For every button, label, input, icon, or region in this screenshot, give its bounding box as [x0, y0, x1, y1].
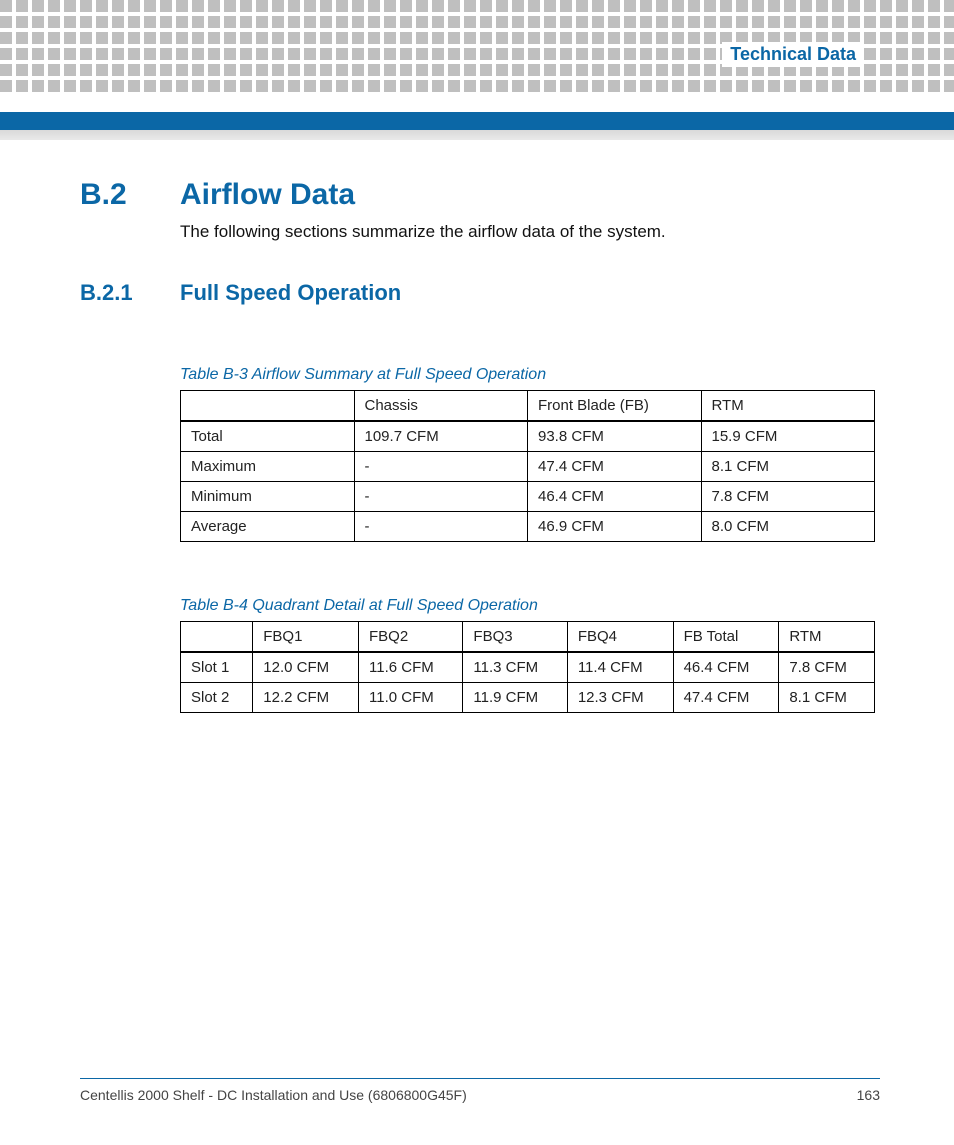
table-header-cell: [181, 622, 253, 653]
table-cell: 8.1 CFM: [779, 683, 875, 713]
table-cell: 8.0 CFM: [701, 512, 875, 542]
table-cell: Slot 2: [181, 683, 253, 713]
table-cell: 11.3 CFM: [463, 652, 567, 683]
table-row: Total 109.7 CFM 93.8 CFM 15.9 CFM: [181, 421, 875, 452]
table-b4-caption: Table B-4 Quadrant Detail at Full Speed …: [180, 597, 880, 615]
table-cell: Slot 1: [181, 652, 253, 683]
table-header-cell: FBQ4: [567, 622, 673, 653]
table-cell: 93.8 CFM: [528, 421, 702, 452]
table-cell: 11.4 CFM: [567, 652, 673, 683]
table-b3-caption: Table B-3 Airflow Summary at Full Speed …: [180, 366, 880, 384]
table-cell: Total: [181, 421, 355, 452]
table-row: Maximum - 47.4 CFM 8.1 CFM: [181, 452, 875, 482]
table-row: FBQ1 FBQ2 FBQ3 FBQ4 FB Total RTM: [181, 622, 875, 653]
table-cell: 46.9 CFM: [528, 512, 702, 542]
table-header-cell: [181, 391, 355, 422]
table-cell: 47.4 CFM: [528, 452, 702, 482]
table-cell: -: [354, 452, 528, 482]
table-cell: 8.1 CFM: [701, 452, 875, 482]
table-cell: 46.4 CFM: [528, 482, 702, 512]
table-b4: FBQ1 FBQ2 FBQ3 FBQ4 FB Total RTM Slot 1 …: [180, 621, 875, 713]
section-title: Airflow Data: [180, 178, 355, 212]
footer-document-title: Centellis 2000 Shelf - DC Installation a…: [80, 1087, 467, 1103]
table-row: Slot 1 12.0 CFM 11.6 CFM 11.3 CFM 11.4 C…: [181, 652, 875, 683]
table-cell: 46.4 CFM: [673, 652, 779, 683]
page-header-title: Technical Data: [722, 42, 864, 67]
table-header-cell: FBQ2: [359, 622, 463, 653]
header-blue-bar: [0, 112, 954, 130]
table-header-cell: RTM: [701, 391, 875, 422]
table-row: Chassis Front Blade (FB) RTM: [181, 391, 875, 422]
table-row: Slot 2 12.2 CFM 11.0 CFM 11.9 CFM 12.3 C…: [181, 683, 875, 713]
section-number: B.2: [80, 178, 180, 212]
table-cell: 12.3 CFM: [567, 683, 673, 713]
table-cell: 109.7 CFM: [354, 421, 528, 452]
table-row: Minimum - 46.4 CFM 7.8 CFM: [181, 482, 875, 512]
table-cell: Minimum: [181, 482, 355, 512]
page-footer: Centellis 2000 Shelf - DC Installation a…: [80, 1078, 880, 1103]
table-cell: Maximum: [181, 452, 355, 482]
table-header-cell: FBQ1: [253, 622, 359, 653]
table-cell: 15.9 CFM: [701, 421, 875, 452]
table-cell: 7.8 CFM: [701, 482, 875, 512]
section-intro: The following sections summarize the air…: [180, 222, 880, 242]
table-b3: Chassis Front Blade (FB) RTM Total 109.7…: [180, 390, 875, 542]
table-header-cell: RTM: [779, 622, 875, 653]
table-cell: Average: [181, 512, 355, 542]
table-header-cell: Chassis: [354, 391, 528, 422]
table-header-cell: Front Blade (FB): [528, 391, 702, 422]
table-cell: 47.4 CFM: [673, 683, 779, 713]
table-header-cell: FB Total: [673, 622, 779, 653]
table-cell: 12.0 CFM: [253, 652, 359, 683]
subsection-title: Full Speed Operation: [180, 280, 401, 306]
subsection-number: B.2.1: [80, 280, 180, 306]
table-cell: -: [354, 482, 528, 512]
table-header-cell: FBQ3: [463, 622, 567, 653]
table-cell: 11.0 CFM: [359, 683, 463, 713]
header-grey-bar: [0, 130, 954, 140]
table-cell: 11.6 CFM: [359, 652, 463, 683]
table-cell: 11.9 CFM: [463, 683, 567, 713]
footer-page-number: 163: [857, 1087, 880, 1103]
table-cell: 7.8 CFM: [779, 652, 875, 683]
table-cell: 12.2 CFM: [253, 683, 359, 713]
table-row: Average - 46.9 CFM 8.0 CFM: [181, 512, 875, 542]
table-cell: -: [354, 512, 528, 542]
